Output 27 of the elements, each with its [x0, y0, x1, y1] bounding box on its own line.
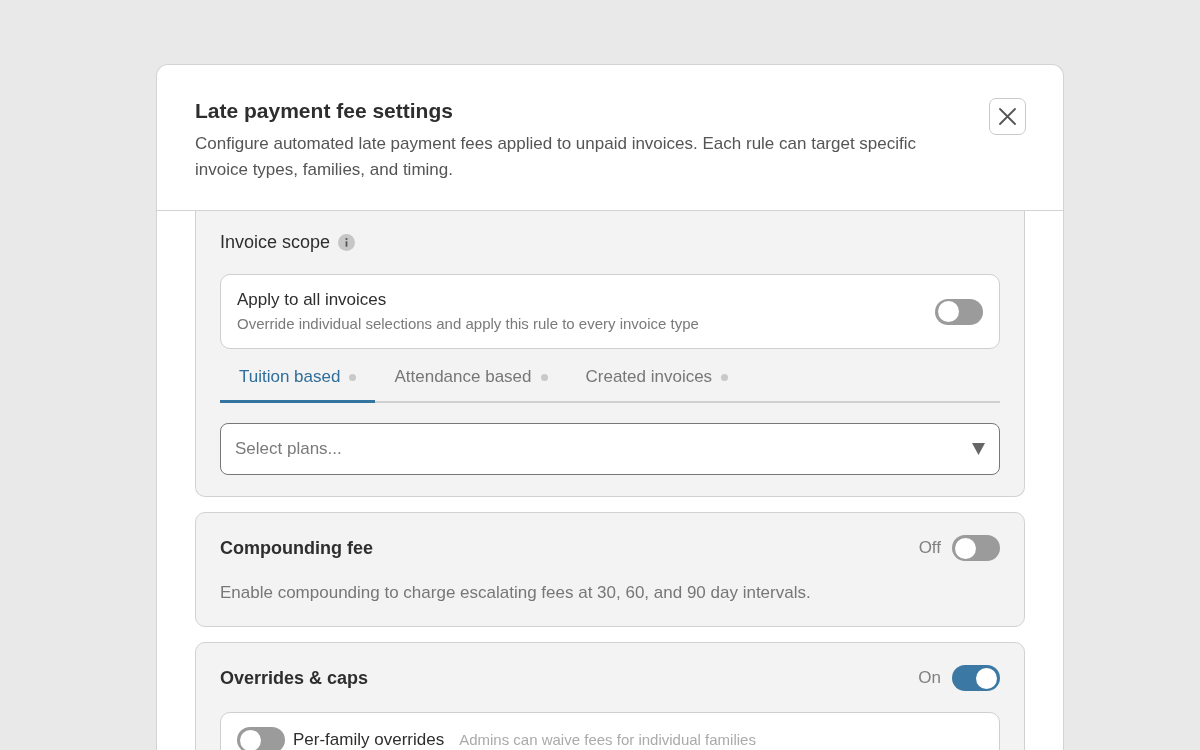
option-title: Per-family overrides — [293, 729, 445, 750]
tab[interactable]: Tuition based — [220, 357, 376, 403]
toggle-state-label: Off — [918, 538, 941, 558]
info-icon[interactable] — [338, 233, 356, 251]
toggle-switch[interactable] — [237, 727, 285, 750]
section-title: Compounding fee — [220, 537, 373, 560]
toggle-switch[interactable] — [935, 298, 983, 325]
close-button[interactable] — [989, 98, 1026, 135]
plans-dropdown[interactable]: Select plans... — [220, 423, 1000, 475]
dot-icon — [721, 373, 729, 381]
dialog-description: Configure automated late payment fees applied to unpaid invoices. Each rule can target specific invoice types, families, and timing. — [195, 133, 918, 181]
section-description: Enable compounding to charge escalating fees at 30, 60, and 90 day intervals. — [220, 582, 812, 604]
dot-icon — [349, 373, 357, 381]
section-title: Invoice scope — [220, 231, 331, 254]
close-icon — [999, 108, 1016, 125]
dialog-title: Late payment fee settings — [195, 98, 454, 124]
toggle-state-label: On — [918, 668, 941, 688]
tab[interactable]: Created invoices — [566, 357, 748, 403]
toggle-switch[interactable] — [952, 665, 1000, 691]
dot-icon — [540, 373, 548, 381]
section-title: Overrides & caps — [220, 667, 369, 690]
caret-down-icon — [972, 443, 985, 455]
setting-title: Apply to all invoices — [237, 289, 388, 311]
tab[interactable]: Attendance based — [375, 357, 567, 403]
toggle-switch[interactable] — [952, 535, 1000, 561]
option-description: Admins can waive fees for individual families — [459, 730, 756, 750]
setting-description: Override individual selections and apply this rule to every invoice type — [237, 314, 699, 334]
